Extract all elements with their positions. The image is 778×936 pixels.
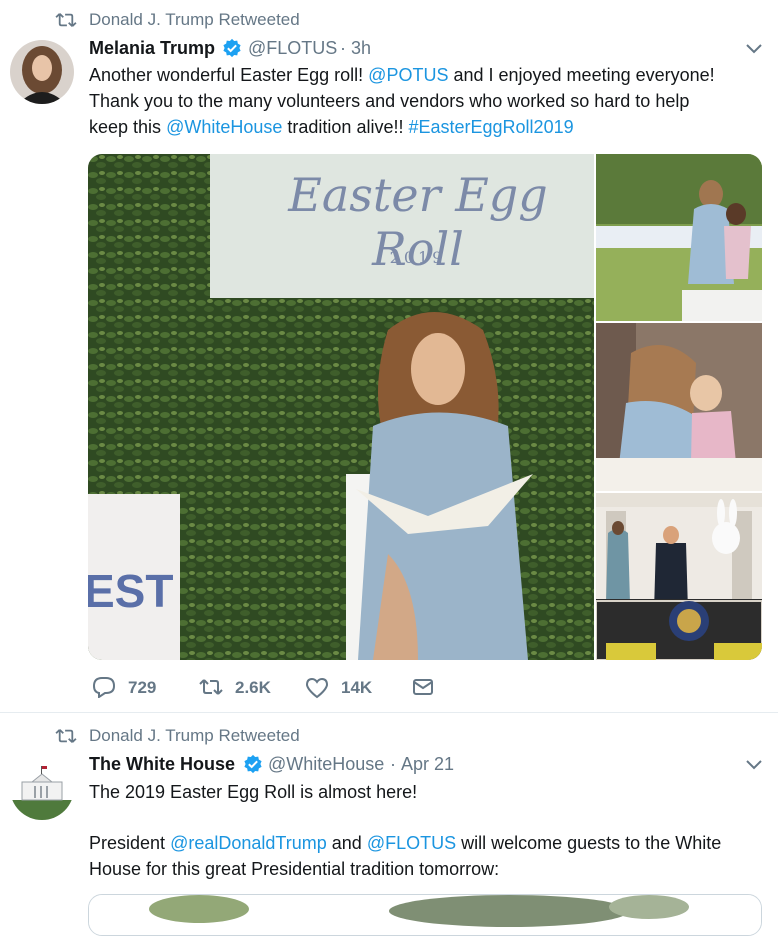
avatar[interactable] — [10, 756, 74, 820]
tweet-text-line-2: President @realDonaldTrump and @FLOTUS w… — [89, 830, 721, 856]
meta-separator: · — [340, 38, 346, 58]
timestamp[interactable]: 3h — [351, 37, 371, 59]
retweet-icon — [55, 13, 77, 27]
link-preview-image — [89, 895, 761, 935]
mention-realdonaldtrump[interactable]: @realDonaldTrump — [170, 833, 327, 853]
photo-hug-scene — [596, 323, 762, 491]
reply-count[interactable]: 729 — [128, 678, 156, 698]
text-segment: keep this — [89, 117, 162, 137]
retweet-context[interactable]: Donald J. Trump Retweeted — [89, 726, 300, 746]
verified-badge-icon — [223, 38, 241, 58]
avatar-photo — [10, 40, 74, 104]
meta-separator: · — [390, 754, 396, 774]
retweet-icon — [55, 729, 77, 743]
side-photo-1[interactable] — [596, 154, 762, 321]
tweet-text-line-1: The 2019 Easter Egg Roll is almost here! — [89, 782, 418, 802]
author-handle[interactable]: @FLOTUS — [248, 37, 337, 59]
side-photo-3[interactable] — [596, 493, 762, 660]
retweet-count[interactable]: 2.6K — [235, 678, 271, 698]
author-handle[interactable]: @WhiteHouse — [268, 753, 384, 775]
text-segment: President — [89, 833, 166, 853]
chevron-down-icon[interactable] — [745, 759, 763, 771]
avatar-photo — [10, 756, 74, 820]
text-segment: and — [331, 833, 362, 853]
mention-potus[interactable]: @POTUS — [368, 65, 448, 85]
retweet-context[interactable]: Donald J. Trump Retweeted — [89, 10, 300, 30]
tweet-text-line-2: Thank you to the many volunteers and ven… — [89, 91, 690, 111]
author-name[interactable]: The White House — [89, 753, 235, 775]
retweet-icon[interactable] — [199, 677, 223, 697]
direct-message-icon[interactable] — [412, 677, 434, 697]
media-grid: Easter Egg Roll 2019 EST — [88, 154, 762, 660]
main-photo[interactable]: Easter Egg Roll 2019 EST — [88, 154, 594, 660]
verified-badge-icon — [244, 754, 262, 774]
like-icon[interactable] — [305, 677, 329, 699]
photo-lawn-scene — [596, 154, 762, 321]
side-sign-text: EST — [88, 565, 174, 617]
hashtag-link[interactable]: #EasterEggRoll2019 — [408, 117, 573, 137]
avatar[interactable] — [10, 40, 74, 104]
tweet-text-line-1: Another wonderful Easter Egg roll! @POTU… — [89, 62, 715, 88]
tweet-text-line-3: keep this @WhiteHouse tradition alive!! … — [89, 114, 574, 140]
tweet-divider — [0, 712, 778, 713]
author-name[interactable]: Melania Trump — [89, 37, 215, 59]
text-segment: Another wonderful Easter Egg roll! — [89, 65, 364, 85]
reply-icon[interactable] — [92, 676, 116, 698]
sign-year: 2019 — [389, 248, 447, 267]
text-segment: tradition alive!! — [287, 117, 404, 137]
photo-balcony-scene — [596, 493, 762, 660]
tweet-text-line-3: House for this great Presidential tradit… — [89, 859, 500, 879]
mention-whitehouse[interactable]: @WhiteHouse — [166, 117, 282, 137]
link-preview-card[interactable] — [88, 894, 762, 936]
chevron-down-icon[interactable] — [745, 43, 763, 55]
side-photo-2[interactable] — [596, 323, 762, 491]
mention-flotus[interactable]: @FLOTUS — [367, 833, 456, 853]
text-segment: will welcome guests to the White — [461, 833, 722, 853]
text-segment: and I enjoyed meeting everyone! — [453, 65, 715, 85]
like-count[interactable]: 14K — [341, 678, 372, 698]
timestamp[interactable]: Apr 21 — [401, 753, 454, 775]
